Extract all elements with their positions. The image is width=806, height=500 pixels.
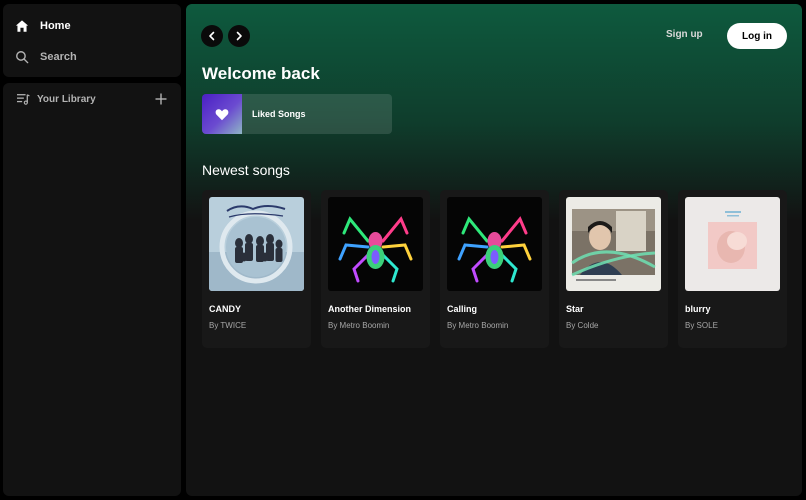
song-card[interactable]: Another Dimension By Metro Boomin (321, 190, 430, 348)
song-artist[interactable]: By TWICE (209, 321, 246, 330)
main-panel: Sign up Log in Welcome back Liked Songs … (186, 4, 802, 496)
song-card[interactable]: blurry By SOLE (678, 190, 787, 348)
library-icon (17, 94, 30, 105)
song-artist[interactable]: By Metro Boomin (328, 321, 389, 330)
library-title: Your Library (37, 93, 96, 105)
forward-button[interactable] (228, 25, 250, 47)
song-card[interactable]: Star By Colde (559, 190, 668, 348)
library-header[interactable]: Your Library (16, 93, 96, 105)
song-artist[interactable]: By SOLE (685, 321, 718, 330)
album-cover (328, 197, 423, 291)
signup-button[interactable]: Sign up (666, 29, 703, 40)
song-card[interactable]: CANDY By TWICE (202, 190, 311, 348)
album-cover (566, 197, 661, 291)
album-cover (447, 197, 542, 291)
nav-item-home[interactable]: Home (15, 19, 71, 33)
home-icon (15, 20, 29, 32)
nav-search-label: Search (40, 51, 77, 63)
nav-item-search[interactable]: Search (15, 50, 77, 64)
song-title: Another Dimension (328, 304, 412, 314)
song-title: blurry (685, 304, 711, 314)
chevron-left-icon (209, 31, 215, 41)
plus-icon[interactable] (154, 92, 168, 106)
liked-songs-label: Liked Songs (252, 109, 306, 119)
song-title: CANDY (209, 304, 242, 314)
album-cover (209, 197, 304, 291)
liked-songs-art (202, 94, 242, 134)
library-panel: Your Library (3, 83, 181, 496)
page-title: Welcome back (202, 64, 320, 83)
song-title: Star (566, 304, 584, 314)
search-icon (16, 51, 29, 64)
nav-panel: Home Search (3, 4, 181, 77)
login-button[interactable]: Log in (727, 23, 787, 49)
song-card[interactable]: Calling By Metro Boomin (440, 190, 549, 348)
liked-songs-shortcut[interactable]: Liked Songs (202, 94, 392, 134)
nav-home-label: Home (40, 20, 71, 32)
heart-icon (215, 108, 229, 120)
song-title: Calling (447, 304, 478, 314)
song-artist[interactable]: By Colde (566, 321, 598, 330)
section-title: Newest songs (202, 162, 290, 178)
album-cover (685, 197, 780, 291)
chevron-right-icon (236, 31, 242, 41)
back-button[interactable] (201, 25, 223, 47)
song-artist[interactable]: By Metro Boomin (447, 321, 508, 330)
